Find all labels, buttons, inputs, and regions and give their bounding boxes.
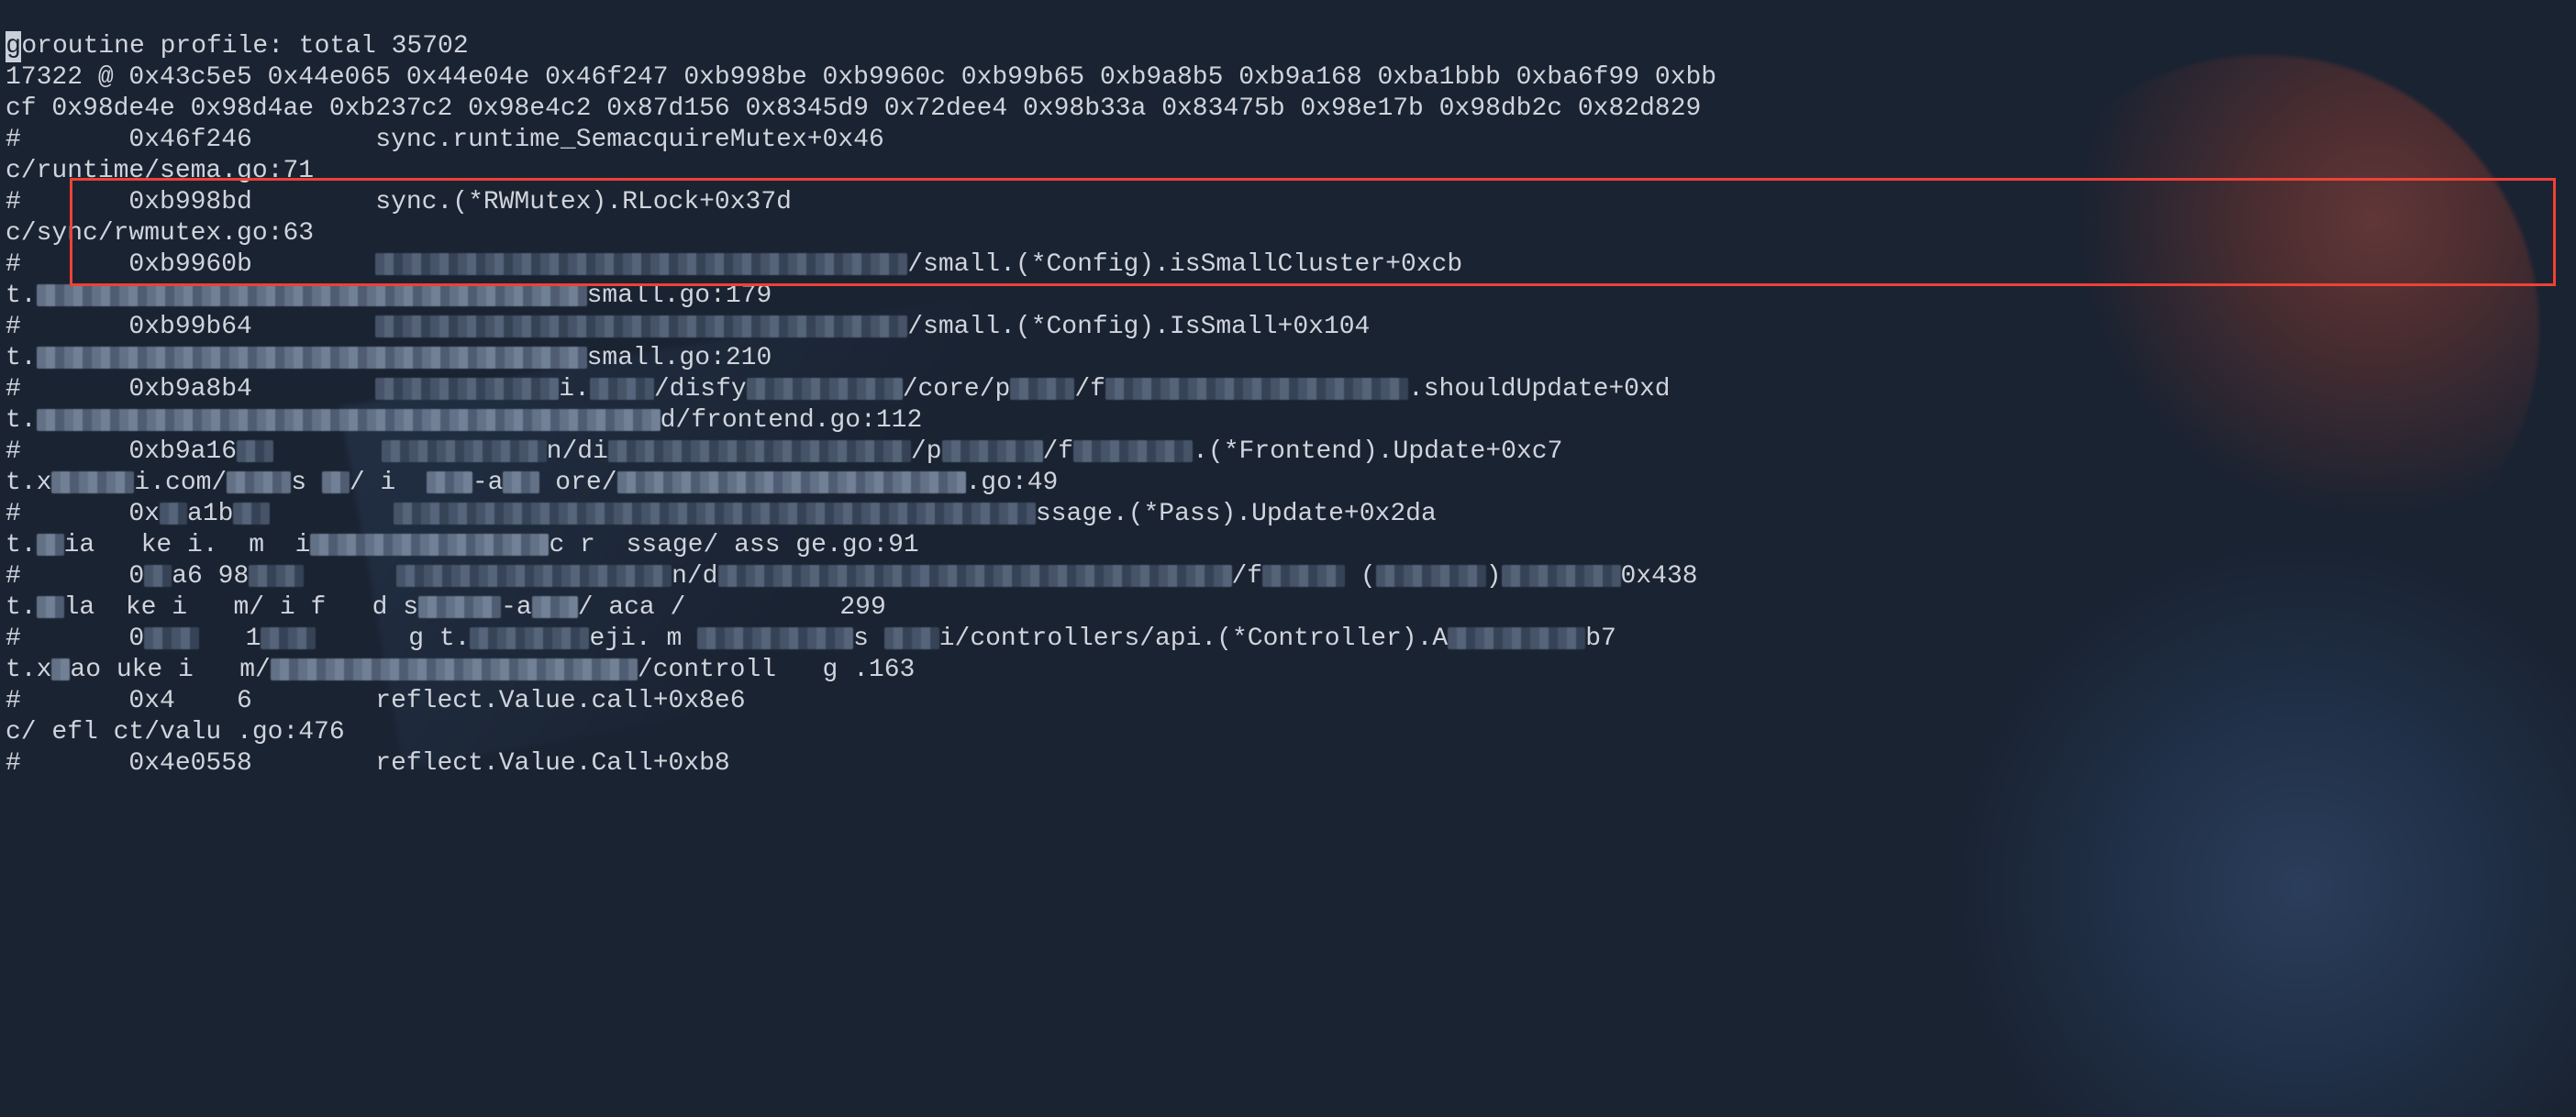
stack-frame: # 0xb99b64 /small.(*Config).IsSmall+0x10… xyxy=(6,313,1370,341)
redacted-path xyxy=(37,347,587,369)
stack-frame-location: c/runtime/sema.go:71 xyxy=(6,157,314,185)
stack-frame: # 0xb998bd sync.(*RWMutex).RLock+0x37d xyxy=(6,188,792,216)
redacted-path xyxy=(37,409,661,431)
stack-addresses-line: 17322 @ 0x43c5e5 0x44e065 0x44e04e 0x46f… xyxy=(6,63,1716,92)
stack-frame-location: c/sync/rwmutex.go:63 xyxy=(6,219,314,248)
stack-addresses-line: cf 0x98de4e 0x98d4ae 0xb237c2 0x98e4c2 0… xyxy=(6,94,1701,123)
stack-frame: # 0a6 98 n/d/f ()0x438 xyxy=(6,562,1698,591)
stack-frame: # 0x4 6 reflect.Value.call+0x8e6 xyxy=(6,687,746,715)
stack-frame-location: t.xao uke i m//controll g .163 xyxy=(6,656,915,684)
stack-frame: # 0xb9960b /small.(*Config).isSmallClust… xyxy=(6,250,1462,279)
stack-frame-location: t.d/frontend.go:112 xyxy=(6,406,922,435)
terminal-cursor: g xyxy=(6,31,21,62)
stack-frame-location: t.la ke i m/ i f d s-a/ aca / 299 xyxy=(6,593,886,622)
stack-frame-location: t.small.go:210 xyxy=(6,344,772,372)
stack-frame: # 0x46f246 sync.runtime_SemacquireMutex+… xyxy=(6,126,884,154)
terminal-output: goroutine profile: total 35702 17322 @ 0… xyxy=(0,0,2576,780)
profile-header: oroutine profile: total 35702 xyxy=(21,32,468,61)
stack-frame: # 0xb9a16 n/di/p/f.(*Frontend).Update+0x… xyxy=(6,437,1562,466)
redacted-path xyxy=(375,378,559,400)
stack-frame-location: t.ia ke i. m ic r ssage/ ass ge.go:91 xyxy=(6,531,919,559)
redacted-path xyxy=(375,315,907,337)
stack-frame: # 0 1 g t.eji. m s i/controllers/api.(*C… xyxy=(6,625,1616,653)
stack-frame-location: t.xi.com/s / i -a ore/.go:49 xyxy=(6,469,1058,497)
redacted-path xyxy=(375,253,907,275)
stack-frame-location: c/ efl ct/valu .go:476 xyxy=(6,718,345,747)
stack-frame: # 0x4e0558 reflect.Value.Call+0xb8 xyxy=(6,749,730,778)
stack-frame: # 0xa1b ssage.(*Pass).Update+0x2da xyxy=(6,500,1437,528)
stack-frame: # 0xb9a8b4 i./disfy/core/p/f.shouldUpdat… xyxy=(6,375,1671,404)
stack-frame-location: t.small.go:179 xyxy=(6,282,772,310)
redacted-path xyxy=(37,284,587,306)
